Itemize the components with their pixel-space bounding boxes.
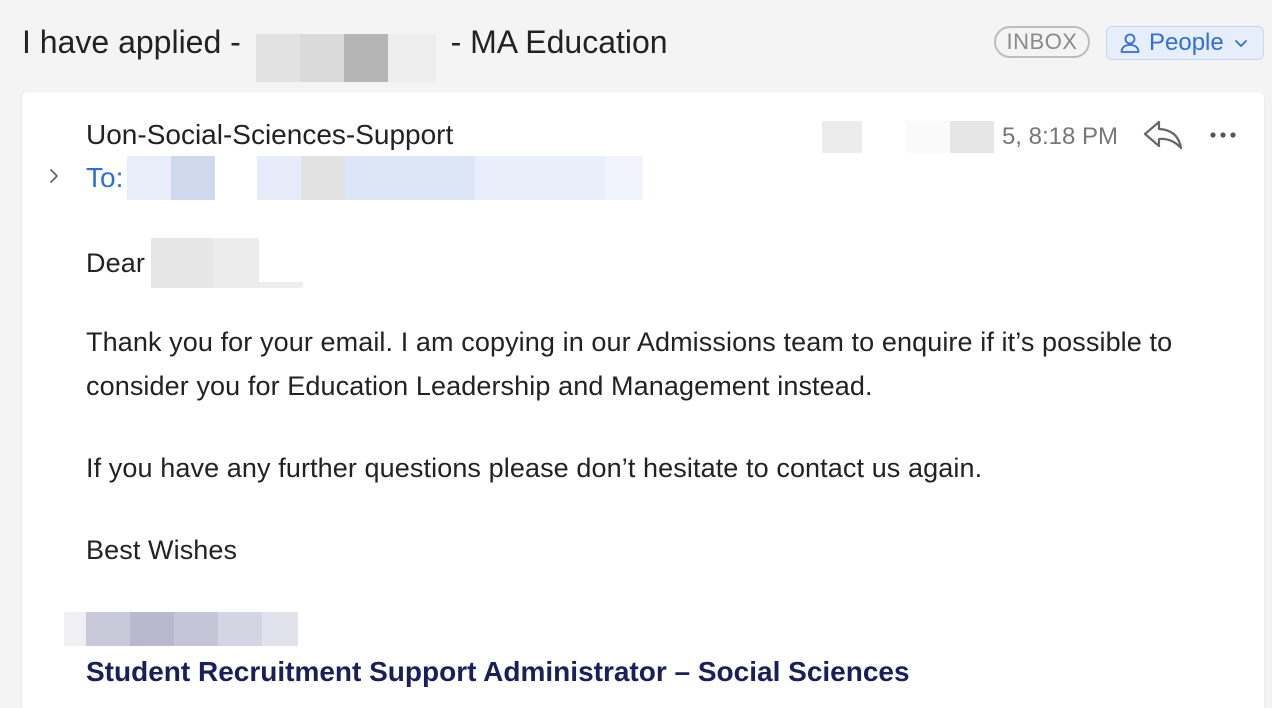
body-paragraph: If you have any further questions please… xyxy=(86,453,983,483)
greeting: Dear xyxy=(86,238,303,288)
mailbox-badge[interactable]: INBOX xyxy=(994,26,1090,58)
greeting-text: Dear xyxy=(86,248,145,278)
sender-name[interactable]: Uon-Social-Sciences-Support xyxy=(86,118,453,152)
to-label: To: xyxy=(86,162,124,193)
recipients-row: To: xyxy=(86,156,647,200)
signature-title: Student Recruitment Support Administrato… xyxy=(86,656,910,687)
body-paragraph: Thank you for your email. I am copying i… xyxy=(86,327,1173,401)
message-card: Uon-Social-Sciences-Support 5, 8:18 PM T… xyxy=(22,92,1264,708)
redacted-recipient-name xyxy=(150,238,303,288)
email-viewer: I have applied - - MA Education INBOX Pe… xyxy=(0,0,1272,708)
redacted-recipients xyxy=(127,156,647,200)
subject-prefix: I have applied - xyxy=(22,24,241,60)
message-date: 5, 8:18 PM xyxy=(821,120,1118,154)
people-button[interactable]: People xyxy=(1106,26,1264,60)
more-options-icon[interactable] xyxy=(1208,122,1238,148)
redacted-signature-name xyxy=(64,612,298,646)
people-button-label: People xyxy=(1149,29,1224,56)
chevron-right-icon[interactable] xyxy=(46,166,62,186)
subject-suffix: - MA Education xyxy=(450,24,668,60)
date-text: 5, 8:18 PM xyxy=(1001,123,1118,150)
redacted-date xyxy=(821,121,1002,153)
chevron-down-icon xyxy=(1234,40,1247,47)
closing-text: Best Wishes xyxy=(86,535,238,565)
message-header: I have applied - - MA Education INBOX Pe… xyxy=(0,0,1272,88)
reply-icon[interactable] xyxy=(1142,118,1184,152)
person-icon xyxy=(1120,33,1140,53)
subject-line: I have applied - - MA Education xyxy=(22,22,668,82)
redacted-name xyxy=(255,34,436,82)
